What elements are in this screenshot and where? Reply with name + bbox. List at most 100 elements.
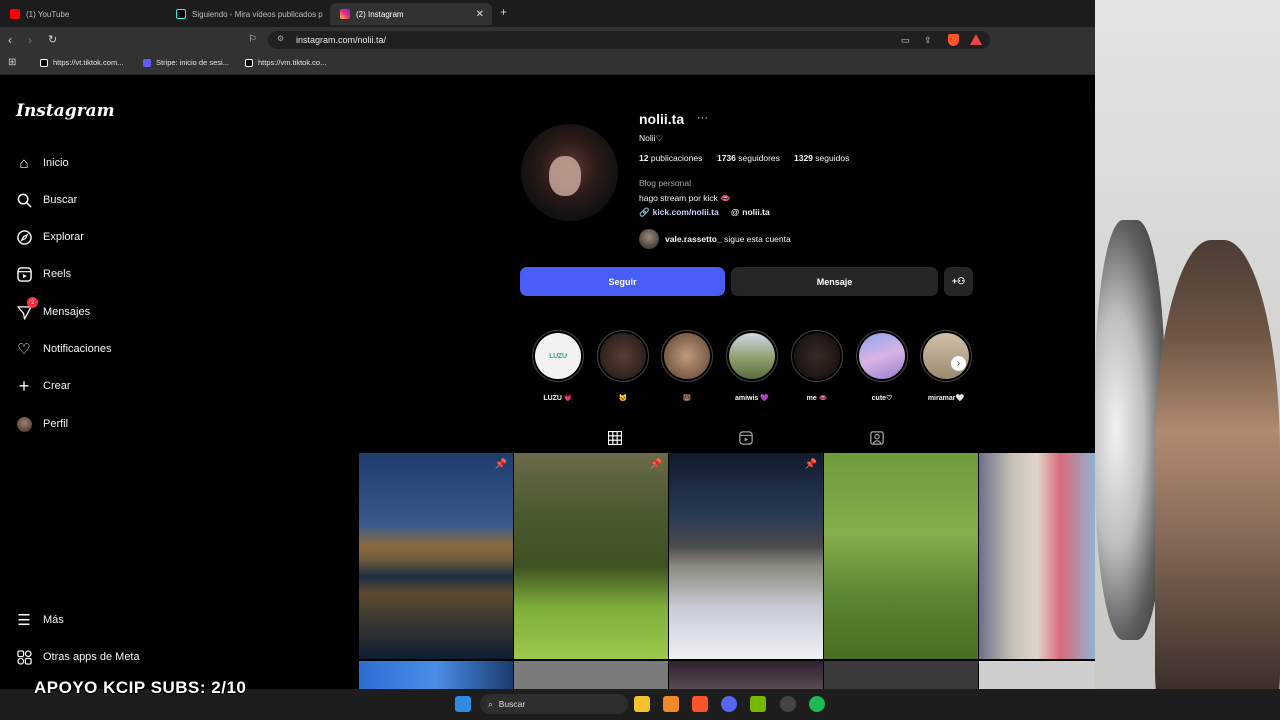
- discord-icon[interactable]: [721, 696, 737, 712]
- app-icon[interactable]: [663, 696, 679, 712]
- highlight-label: me 👄: [806, 395, 828, 402]
- pin-icon: 📌: [804, 459, 817, 470]
- sidebar-item-reels[interactable]: Reels: [16, 262, 71, 286]
- link-icon: 🔗: [639, 207, 650, 217]
- highlights-next-icon[interactable]: ›: [951, 356, 966, 371]
- file-explorer-icon[interactable]: [634, 696, 650, 712]
- post-tile[interactable]: 📌: [514, 453, 668, 659]
- following-count: 1329: [794, 153, 813, 163]
- bookmark-icon[interactable]: ⚐: [248, 33, 257, 47]
- highlight-item[interactable]: cute♡: [856, 330, 908, 402]
- follower-avatar[interactable]: [639, 229, 659, 249]
- highlight-item[interactable]: amiwis 💜: [726, 330, 778, 402]
- highlight-cover: [794, 333, 840, 379]
- sidebar-item-label: Otras apps de Meta: [43, 651, 140, 663]
- tab-instagram[interactable]: (2) Instagram ✕: [330, 3, 492, 25]
- post-tile[interactable]: [359, 661, 513, 689]
- add-user-icon: +⚇: [951, 276, 966, 286]
- apps-grid-icon[interactable]: ⊞: [8, 56, 16, 70]
- highlight-item[interactable]: me 👄: [791, 330, 843, 402]
- tab-posts[interactable]: [607, 430, 623, 450]
- taskbar-search[interactable]: ⌕ Buscar: [480, 694, 628, 714]
- highlight-label: amiwis 💜: [734, 395, 769, 402]
- luzu-logo-icon: LUZU: [549, 352, 567, 360]
- messenger-icon: 2: [16, 297, 38, 320]
- bookmarks-bar: ⊞ https://vt.tiktok.com... Stripe: inici…: [0, 53, 1095, 75]
- close-icon[interactable]: ✕: [476, 9, 484, 20]
- highlight-item[interactable]: 🐻: [661, 330, 713, 402]
- meta-apps-icon: [16, 649, 32, 665]
- taskbar-search-placeholder: Buscar: [498, 699, 526, 709]
- profile-avatar[interactable]: [521, 124, 618, 221]
- suggested-users-button[interactable]: +⚇: [944, 267, 973, 296]
- tiktok-icon: [40, 58, 48, 67]
- followed-by[interactable]: vale.rassetto_ sigue esta cuenta: [665, 234, 791, 244]
- spotify-icon[interactable]: [809, 696, 825, 712]
- bookmark-label: https://vt.tiktok.com...: [53, 58, 124, 67]
- highlight-circle: [726, 330, 778, 382]
- brave-browser-icon[interactable]: [692, 696, 708, 712]
- forward-icon[interactable]: ›: [28, 33, 32, 47]
- followers-stat[interactable]: 1736 seguidores: [717, 153, 780, 163]
- post-tile[interactable]: 📌: [669, 453, 823, 659]
- post-tile[interactable]: [824, 453, 978, 659]
- sidebar-item-notificaciones[interactable]: ♡ Notificaciones: [16, 337, 111, 361]
- new-tab-icon[interactable]: +: [500, 5, 507, 19]
- avatar-icon: [16, 416, 32, 432]
- tab-youtube[interactable]: (1) YouTube: [0, 3, 168, 25]
- tab-reels[interactable]: [739, 431, 753, 450]
- sidebar-item-mas[interactable]: ☰ Más: [16, 608, 64, 632]
- tab-tagged[interactable]: [870, 431, 884, 450]
- grid-icon: [607, 430, 623, 446]
- post-tile[interactable]: [824, 661, 978, 689]
- share-icon[interactable]: ⇪: [924, 33, 932, 47]
- screen-icon[interactable]: ▭: [901, 33, 910, 47]
- url-input[interactable]: ⚙ instagram.com/nolii.ta/: [268, 31, 990, 49]
- posts-stat[interactable]: 12 publicaciones: [639, 153, 702, 163]
- sidebar-item-otras-apps[interactable]: Otras apps de Meta: [16, 645, 140, 669]
- highlight-item[interactable]: LUZU LUZU 💗: [532, 330, 584, 402]
- brave-rewards-icon[interactable]: [970, 34, 982, 45]
- reels-tab-icon: [739, 431, 753, 445]
- brave-shield-icon[interactable]: [948, 34, 959, 46]
- bookmark-item[interactable]: https://vm.tiktok.co...: [245, 58, 326, 67]
- bookmark-item[interactable]: Stripe: inicio de sesi...: [143, 58, 229, 67]
- sidebar-item-buscar[interactable]: Buscar: [16, 188, 77, 212]
- post-tile[interactable]: [514, 661, 668, 689]
- nvidia-icon[interactable]: [750, 696, 766, 712]
- sidebar-item-label: Crear: [43, 380, 71, 392]
- sidebar-item-mensajes[interactable]: 2 Mensajes: [16, 297, 90, 324]
- highlight-circle: [791, 330, 843, 382]
- tab-tiktok[interactable]: Siguiendo - Mira videos publicados p: [166, 3, 330, 25]
- following-stat[interactable]: 1329 seguidos: [794, 153, 849, 163]
- more-options-icon[interactable]: ···: [697, 112, 708, 124]
- post-tile[interactable]: [979, 453, 1095, 659]
- highlight-circle: [597, 330, 649, 382]
- post-tile[interactable]: [669, 661, 823, 689]
- follow-button[interactable]: Seguir: [520, 267, 725, 296]
- bookmark-item[interactable]: https://vt.tiktok.com...: [40, 58, 123, 67]
- instagram-logo[interactable]: Instagram: [16, 101, 115, 121]
- post-tile[interactable]: [979, 661, 1095, 689]
- back-icon[interactable]: ‹: [8, 33, 12, 47]
- sidebar-item-explorar[interactable]: Explorar: [16, 225, 84, 249]
- followers-count: 1736: [717, 153, 736, 163]
- sidebar-item-label: Inicio: [43, 157, 69, 169]
- tiktok-icon: [245, 58, 253, 67]
- sidebar-item-inicio[interactable]: ⌂ Inicio: [16, 151, 69, 175]
- reload-icon[interactable]: ↻: [48, 33, 57, 47]
- threads-badge[interactable]: @ nolii.ta: [731, 207, 770, 217]
- highlight-label: miramar🤍: [927, 395, 965, 402]
- highlight-label: 🐻: [682, 395, 692, 402]
- highlight-item[interactable]: 🐱: [597, 330, 649, 402]
- windows-start-icon[interactable]: [455, 696, 471, 712]
- home-icon: ⌂: [19, 154, 29, 172]
- sidebar-item-crear[interactable]: + Crear: [16, 374, 71, 398]
- site-info-icon[interactable]: ⚙: [277, 34, 284, 43]
- bookmark-label: Stripe: inicio de sesi...: [156, 58, 229, 67]
- post-tile[interactable]: 📌: [359, 453, 513, 659]
- message-button[interactable]: Mensaje: [731, 267, 938, 296]
- obs-icon[interactable]: [780, 696, 796, 712]
- sidebar-item-perfil[interactable]: Perfil: [16, 412, 68, 436]
- profile-link[interactable]: 🔗 kick.com/nolii.ta: [639, 207, 719, 218]
